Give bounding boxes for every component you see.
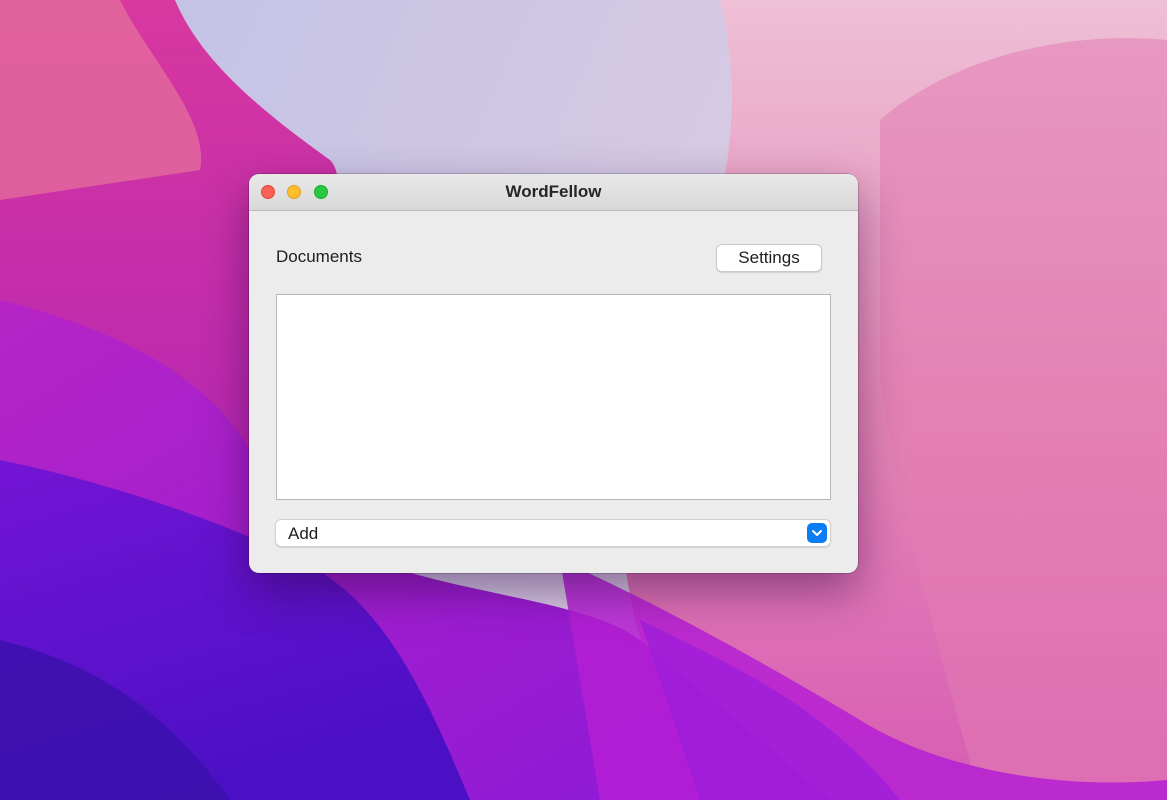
app-window: WordFellow Documents Settings Add [249, 174, 858, 573]
window-title: WordFellow [505, 182, 602, 201]
documents-list[interactable] [276, 294, 831, 500]
settings-button[interactable]: Settings [716, 244, 822, 272]
add-select-value: Add [288, 524, 319, 543]
chevron-down-icon[interactable] [807, 523, 827, 543]
documents-label: Documents [276, 247, 362, 266]
add-popup-button[interactable]: Add [275, 519, 831, 547]
title-bar[interactable]: WordFellow [249, 174, 858, 211]
